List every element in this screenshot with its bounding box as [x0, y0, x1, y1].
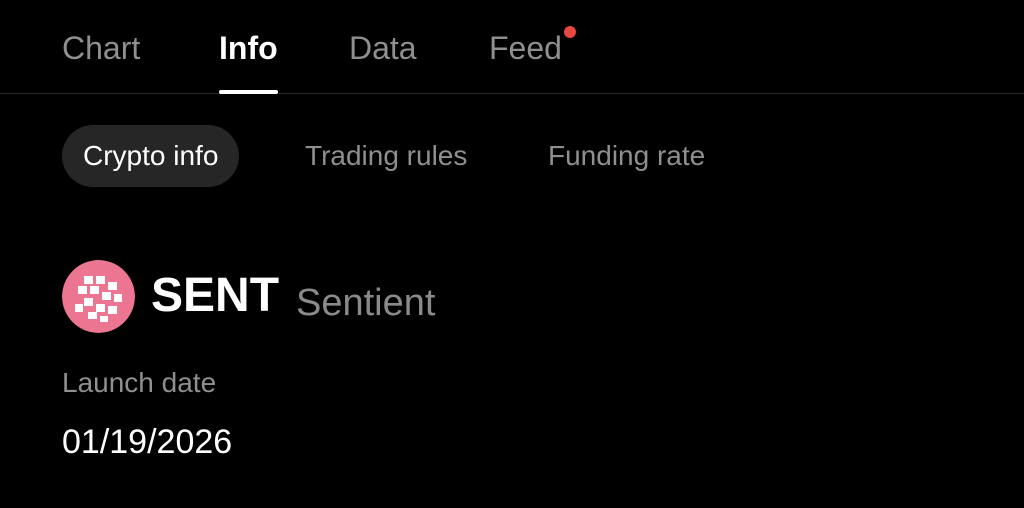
launch-date-value: 01/19/2026 — [62, 423, 233, 461]
tab-chart-label: Chart — [62, 30, 141, 66]
subtab-funding-rate[interactable]: Funding rate — [548, 125, 705, 187]
launch-date-label: Launch date — [62, 367, 217, 398]
crypto-info-page: Chart Info Data Feed Crypto info Trading… — [0, 0, 1024, 508]
tab-feed-label-wrap: Feed — [489, 26, 576, 70]
token-name: Sentient — [296, 282, 436, 324]
sentient-logo-icon — [62, 260, 135, 333]
subtab-trading-rules-label: Trading rules — [305, 140, 468, 171]
subtab-trading-rules[interactable]: Trading rules — [305, 125, 467, 187]
tab-info-label: Info — [219, 30, 278, 66]
tab-data[interactable]: Data — [349, 26, 417, 70]
token-symbol: SENT — [151, 269, 280, 322]
tab-data-label: Data — [349, 30, 417, 66]
top-tab-bar: Chart Info Data Feed — [0, 0, 1024, 94]
notification-dot-icon — [563, 26, 576, 38]
tab-chart[interactable]: Chart — [62, 26, 140, 70]
subtab-funding-rate-label: Funding rate — [548, 140, 706, 171]
tab-feed[interactable]: Feed — [489, 26, 576, 70]
active-tab-indicator — [219, 90, 278, 94]
tab-info[interactable]: Info — [219, 26, 278, 94]
subtab-crypto-info-label: Crypto info — [83, 140, 219, 171]
tab-feed-label: Feed — [489, 30, 562, 66]
subtab-crypto-info[interactable]: Crypto info — [62, 125, 240, 187]
